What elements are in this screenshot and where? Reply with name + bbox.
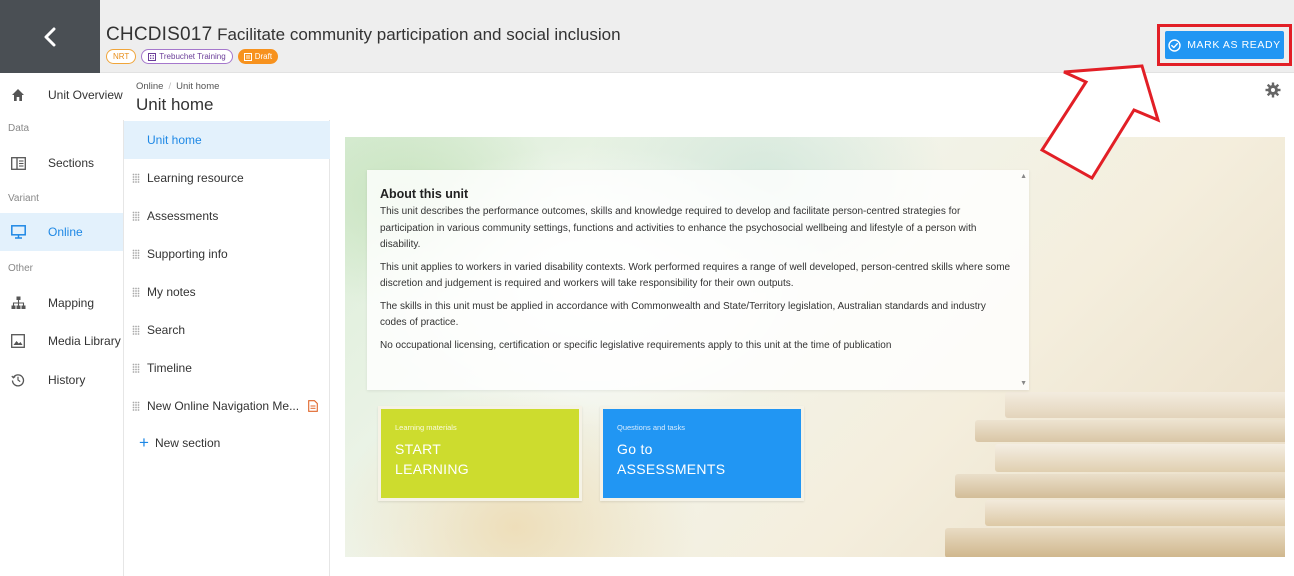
section-item-new-online-navigation[interactable]: New Online Navigation Me... [124,387,330,425]
tile-line: ASSESSMENTS [617,461,726,477]
page-title: Unit home [136,95,214,114]
about-this-unit-panel[interactable]: ▲ About this unit This unit describes th… [367,170,1029,390]
section-item-learning-resource[interactable]: Learning resource [124,159,330,197]
breadcrumb-separator: / [168,81,172,92]
check-circle-icon [1168,38,1181,52]
section-label: Search [147,323,186,337]
draft-label: Draft [254,52,273,61]
drag-handle-icon[interactable] [132,325,140,336]
about-paragraph: This unit applies to workers in varied d… [380,261,1011,290]
about-paragraph: No occupational licensing, certification… [380,339,892,351]
sections-icon [10,155,26,171]
book-decoration [945,528,1285,557]
back-button[interactable] [0,0,100,73]
section-label: New Online Navigation Me... [147,399,300,413]
section-label: Supporting info [147,247,228,261]
sidebar-category-data: Data [8,123,30,134]
book-decoration [975,420,1285,442]
drag-handle-icon[interactable] [132,211,140,222]
book-decoration [985,500,1285,526]
sidebar-item-sections[interactable]: Sections [0,144,123,182]
unit-code: CHCDIS017 [106,24,213,45]
mark-as-ready-button[interactable]: MARK AS READY [1165,31,1284,59]
tile-kicker: Learning materials [395,423,457,432]
drag-handle-icon[interactable] [132,249,140,260]
section-list: Unit home Learning resource Assessments … [123,120,330,576]
drag-handle-icon[interactable] [132,287,140,298]
sidebar-item-history[interactable]: History [0,361,123,399]
section-item-search[interactable]: Search [124,311,330,349]
breadcrumb-current: Unit home [176,81,220,92]
scroll-up-icon[interactable]: ▲ [1020,173,1027,180]
about-paragraph: The skills in this unit must be applied … [380,300,986,329]
tile-line: Go to [617,441,653,457]
section-item-supporting-info[interactable]: Supporting info [124,235,330,273]
building-icon [148,52,157,61]
unit-name: Facilitate community participation and s… [217,25,621,44]
unit-badges: NRT Trebuchet Training Draft [106,49,279,64]
organisation-badge: Trebuchet Training [141,49,233,64]
draft-icon [243,52,252,61]
sidebar-category-other: Other [8,263,34,274]
sidebar-item-label: History [48,373,86,387]
sidebar-item-media-library[interactable]: Media Library [0,322,123,360]
sitemap-icon [10,295,26,311]
new-section-label: New section [154,435,221,450]
unit-header: CHCDIS017 Facilitate community participa… [0,0,1294,73]
sidebar-item-label: Media Library [48,334,121,348]
sidebar-category-variant: Variant [8,193,39,204]
history-icon [10,372,26,388]
section-label: Unit home [147,133,202,147]
nrt-badge: NRT [106,49,137,64]
book-decoration [1005,392,1285,418]
mark-as-ready-label: MARK AS READY [1187,39,1281,51]
book-decoration [995,444,1285,472]
drag-handle-icon[interactable] [132,173,140,184]
home-icon [10,87,26,103]
scroll-down-icon[interactable]: ▼ [1020,380,1027,387]
tile-line: START [395,441,442,457]
organisation-name: Trebuchet Training [159,52,226,61]
about-paragraph: This unit describes the performance outc… [380,206,977,250]
section-label: Learning resource [147,171,244,185]
section-item-my-notes[interactable]: My notes [124,273,330,311]
sidebar-item-label: Unit Overview [48,88,123,102]
section-item-timeline[interactable]: Timeline [124,349,330,387]
section-item-assessments[interactable]: Assessments [124,197,330,235]
image-icon [10,333,26,349]
new-section-button[interactable]: + New section [139,434,220,451]
drag-handle-icon[interactable] [132,401,140,412]
draft-document-icon [308,400,318,412]
section-label: Timeline [147,361,192,375]
about-title: About this unit [380,187,469,201]
monitor-icon [10,224,26,240]
section-item-unit-home[interactable]: Unit home [124,121,330,159]
draft-badge: Draft [237,49,279,64]
chevron-left-icon [44,27,56,46]
breadcrumb-online[interactable]: Online [136,81,163,92]
plus-icon: + [139,433,149,452]
section-label: Assessments [147,209,219,223]
book-decoration [955,474,1285,498]
sidebar-item-label: Mapping [48,296,95,310]
drag-handle-icon[interactable] [132,363,140,374]
go-to-assessments-tile[interactable]: Questions and tasks Go to ASSESSMENTS [600,406,804,501]
section-label: My notes [147,285,196,299]
sidebar-item-label: Online [48,225,83,239]
start-learning-tile[interactable]: Learning materials START LEARNING [378,406,582,501]
sidebar-item-label: Sections [48,156,95,170]
breadcrumb: Online / Unit home [136,81,219,92]
settings-button[interactable] [1265,82,1281,98]
tile-line: LEARNING [395,461,469,477]
left-sidebar: Unit Overview Data Sections Variant Onli… [0,74,123,576]
sidebar-item-unit-overview[interactable]: Unit Overview [0,76,123,114]
sidebar-item-online[interactable]: Online [0,213,123,251]
unit-title: CHCDIS017 Facilitate community participa… [106,24,621,46]
gear-icon [1265,82,1281,98]
sidebar-item-mapping[interactable]: Mapping [0,284,123,322]
tile-kicker: Questions and tasks [617,423,685,432]
